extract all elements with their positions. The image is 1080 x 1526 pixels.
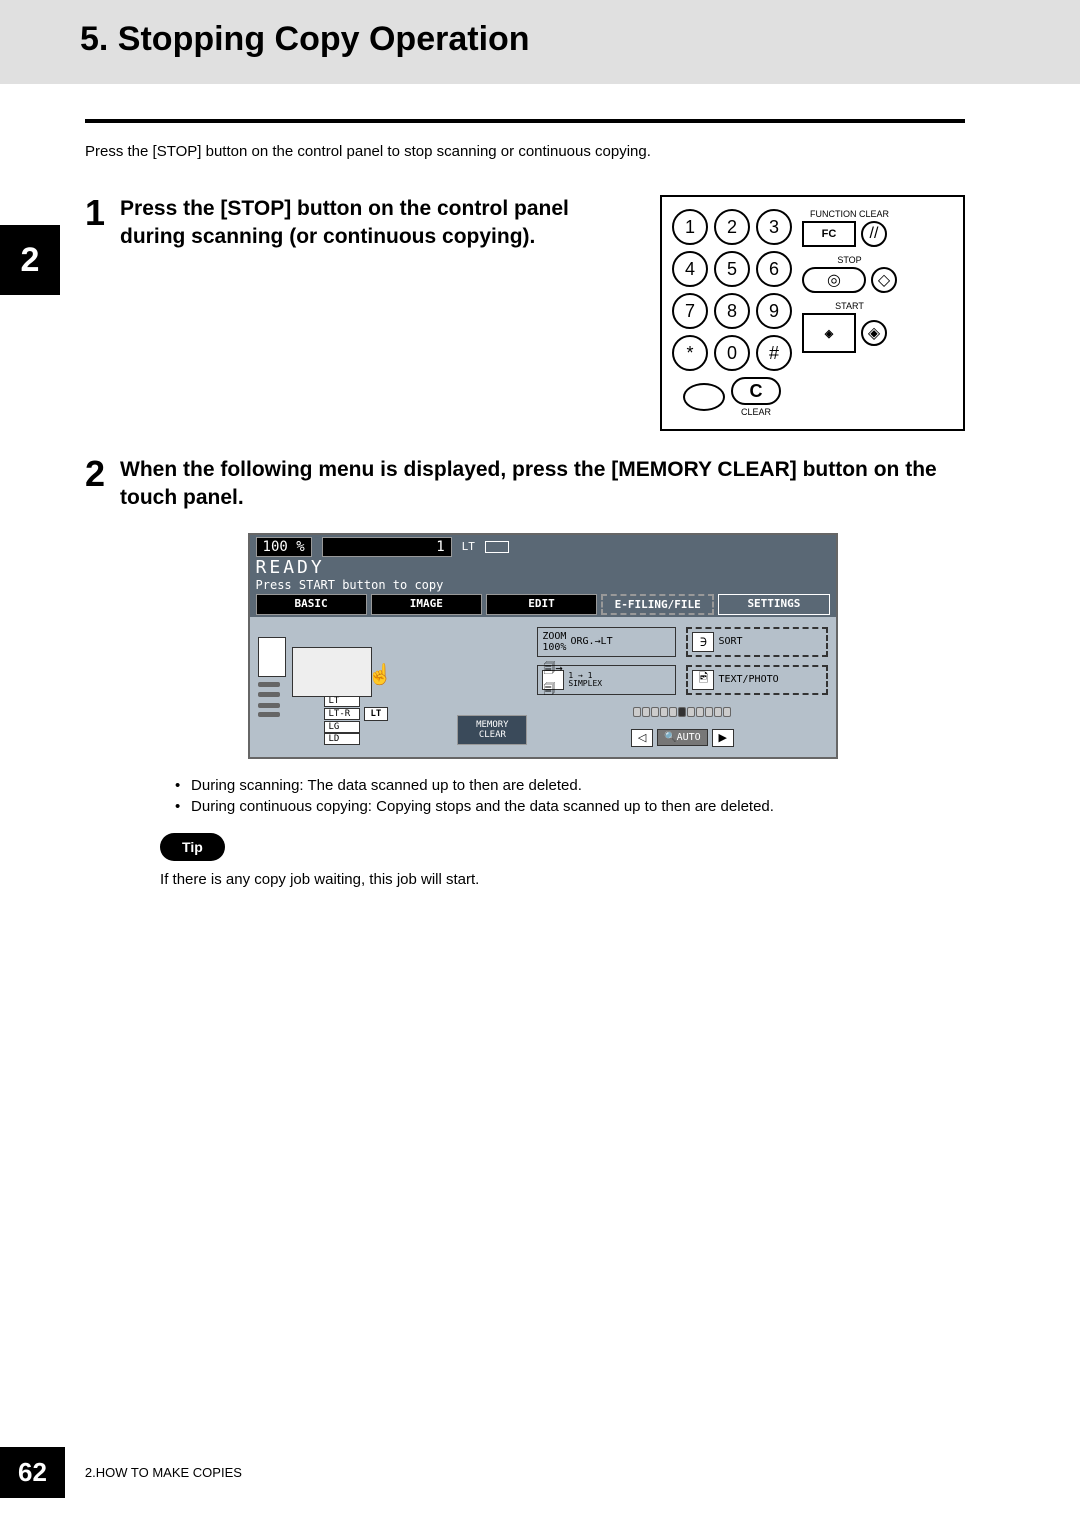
clear-label: CLEAR xyxy=(741,407,771,417)
tip-text: If there is any copy job waiting, this j… xyxy=(160,871,965,888)
intro-text: Press the [STOP] button on the control p… xyxy=(85,143,965,160)
keypad-1[interactable]: 1 xyxy=(672,209,708,245)
scanner-graphic: ☝ xyxy=(258,627,526,697)
step-1-text: Press the [STOP] button on the control p… xyxy=(120,195,635,252)
keypad-hash[interactable]: # xyxy=(756,335,792,371)
ready-status: READY xyxy=(250,557,836,578)
bullet-item: During continuous copying: Copying stops… xyxy=(175,798,965,815)
density-tick-mark xyxy=(678,707,686,717)
keypad-star[interactable]: * xyxy=(672,335,708,371)
stop-button[interactable]: ◎ xyxy=(802,267,866,293)
tip-badge: Tip xyxy=(160,833,225,861)
keypad-6[interactable]: 6 xyxy=(756,251,792,287)
step-number: 1 xyxy=(85,195,105,431)
zoom-value: 100% xyxy=(542,642,566,653)
tray-line-icon xyxy=(258,712,280,717)
keypad-blank[interactable] xyxy=(683,383,725,411)
tray-line-icon xyxy=(258,692,280,697)
orig-lt-label: ORG.→LT xyxy=(570,636,612,647)
keypad-0[interactable]: 0 xyxy=(714,335,750,371)
tab-image[interactable]: IMAGE xyxy=(371,594,482,615)
clear-button[interactable]: C xyxy=(731,377,781,405)
tray-line-icon xyxy=(258,682,280,687)
keypad-7[interactable]: 7 xyxy=(672,293,708,329)
sort-button[interactable]: ∋ SORT xyxy=(686,627,827,657)
keypad-8[interactable]: 8 xyxy=(714,293,750,329)
keypad-3[interactable]: 3 xyxy=(756,209,792,245)
zoom-button[interactable]: ZOOM 100% ORG.→LT xyxy=(537,627,676,657)
simplex-button[interactable]: 🗐→🗐 1 → 1 SIMPLEX xyxy=(537,665,676,695)
start-label: START xyxy=(802,301,897,311)
simplex-label: SIMPLEX xyxy=(568,680,602,688)
text-photo-label: TEXT/PHOTO xyxy=(718,674,778,685)
side-chapter-tab: 2 xyxy=(0,225,60,295)
density-tick xyxy=(687,707,695,717)
function-clear-label: FUNCTION CLEAR xyxy=(802,209,897,219)
keypad-4[interactable]: 4 xyxy=(672,251,708,287)
header-bar: 5. Stopping Copy Operation xyxy=(0,0,1080,84)
function-clear-button[interactable]: FC xyxy=(802,221,856,247)
platen-icon xyxy=(292,647,372,697)
tab-efiling[interactable]: E-FILING/FILE xyxy=(601,594,714,615)
zoom-pct-display: 100 % xyxy=(256,537,312,557)
tab-settings[interactable]: SETTINGS xyxy=(718,594,829,615)
footer: 62 2.HOW TO MAKE COPIES xyxy=(0,1447,1080,1498)
content-area: Press the [STOP] button on the control p… xyxy=(0,84,1080,888)
keypad-2[interactable]: 2 xyxy=(714,209,750,245)
lt-indicator: LT xyxy=(462,540,475,553)
lt-badge: LT xyxy=(364,707,389,721)
step-1: 1 Press the [STOP] button on the control… xyxy=(85,195,965,431)
density-tick xyxy=(660,707,668,717)
text-photo-button[interactable]: 🖻 TEXT/PHOTO xyxy=(686,665,827,695)
prompt-text: Press START button to copy xyxy=(250,578,836,592)
density-tick xyxy=(723,707,731,717)
density-tick xyxy=(633,707,641,717)
density-tick xyxy=(714,707,722,717)
bullet-item: During scanning: The data scanned up to … xyxy=(175,777,965,794)
paper-size-icon xyxy=(485,541,509,553)
step-2: 2 When the following menu is displayed, … xyxy=(85,456,965,888)
density-tick xyxy=(696,707,704,717)
density-left-arrow[interactable]: ◁ xyxy=(631,729,653,747)
text-photo-icon: 🖻 xyxy=(692,670,714,690)
footer-chapter: 2.HOW TO MAKE COPIES xyxy=(85,1465,242,1480)
stop-icon: ◎ xyxy=(827,270,841,290)
density-tick xyxy=(651,707,659,717)
memory-clear-button[interactable]: MEMORY CLEAR xyxy=(457,715,527,745)
stop-aux-icon: ◇ xyxy=(871,267,897,293)
step-number: 2 xyxy=(85,456,105,888)
sort-icon: ∋ xyxy=(692,632,714,652)
auto-button[interactable]: 🔍AUTO xyxy=(657,729,708,746)
section-title: 5. Stopping Copy Operation xyxy=(80,20,1080,59)
sort-label: SORT xyxy=(718,636,742,647)
start-icon: ◈ xyxy=(825,327,833,340)
bullet-list: During scanning: The data scanned up to … xyxy=(175,777,965,815)
step-2-text: When the following menu is displayed, pr… xyxy=(120,456,965,513)
density-tick xyxy=(705,707,713,717)
keypad-9[interactable]: 9 xyxy=(756,293,792,329)
density-right-arrow[interactable]: ▶ xyxy=(712,729,734,747)
tray-line-icon xyxy=(258,703,280,708)
stop-label: STOP xyxy=(802,255,897,265)
tab-basic[interactable]: BASIC xyxy=(256,594,367,615)
touch-panel: 100 % 1 LT READY Press START button to c… xyxy=(248,533,838,759)
fc-aux-icon: // xyxy=(861,221,887,247)
keypad-5[interactable]: 5 xyxy=(714,251,750,287)
control-panel-diagram: 1 2 3 4 5 6 7 8 9 xyxy=(660,195,965,431)
paper-ltr[interactable]: LT-R xyxy=(324,708,360,720)
simplex-icon: 🗐→🗐 xyxy=(542,670,564,690)
tray-icon xyxy=(258,637,286,677)
zoom-label: ZOOM xyxy=(542,631,566,642)
tab-edit[interactable]: EDIT xyxy=(486,594,597,615)
start-button[interactable]: ◈ xyxy=(802,313,856,353)
copy-count-display: 1 xyxy=(322,537,452,557)
density-tick xyxy=(642,707,650,717)
paper-ld[interactable]: LD xyxy=(324,733,360,745)
paper-lg[interactable]: LG xyxy=(324,721,360,733)
density-tick xyxy=(669,707,677,717)
page-number: 62 xyxy=(0,1447,65,1498)
density-control xyxy=(537,707,827,717)
start-aux-icon: ◈ xyxy=(861,320,887,346)
divider-top xyxy=(85,119,965,123)
